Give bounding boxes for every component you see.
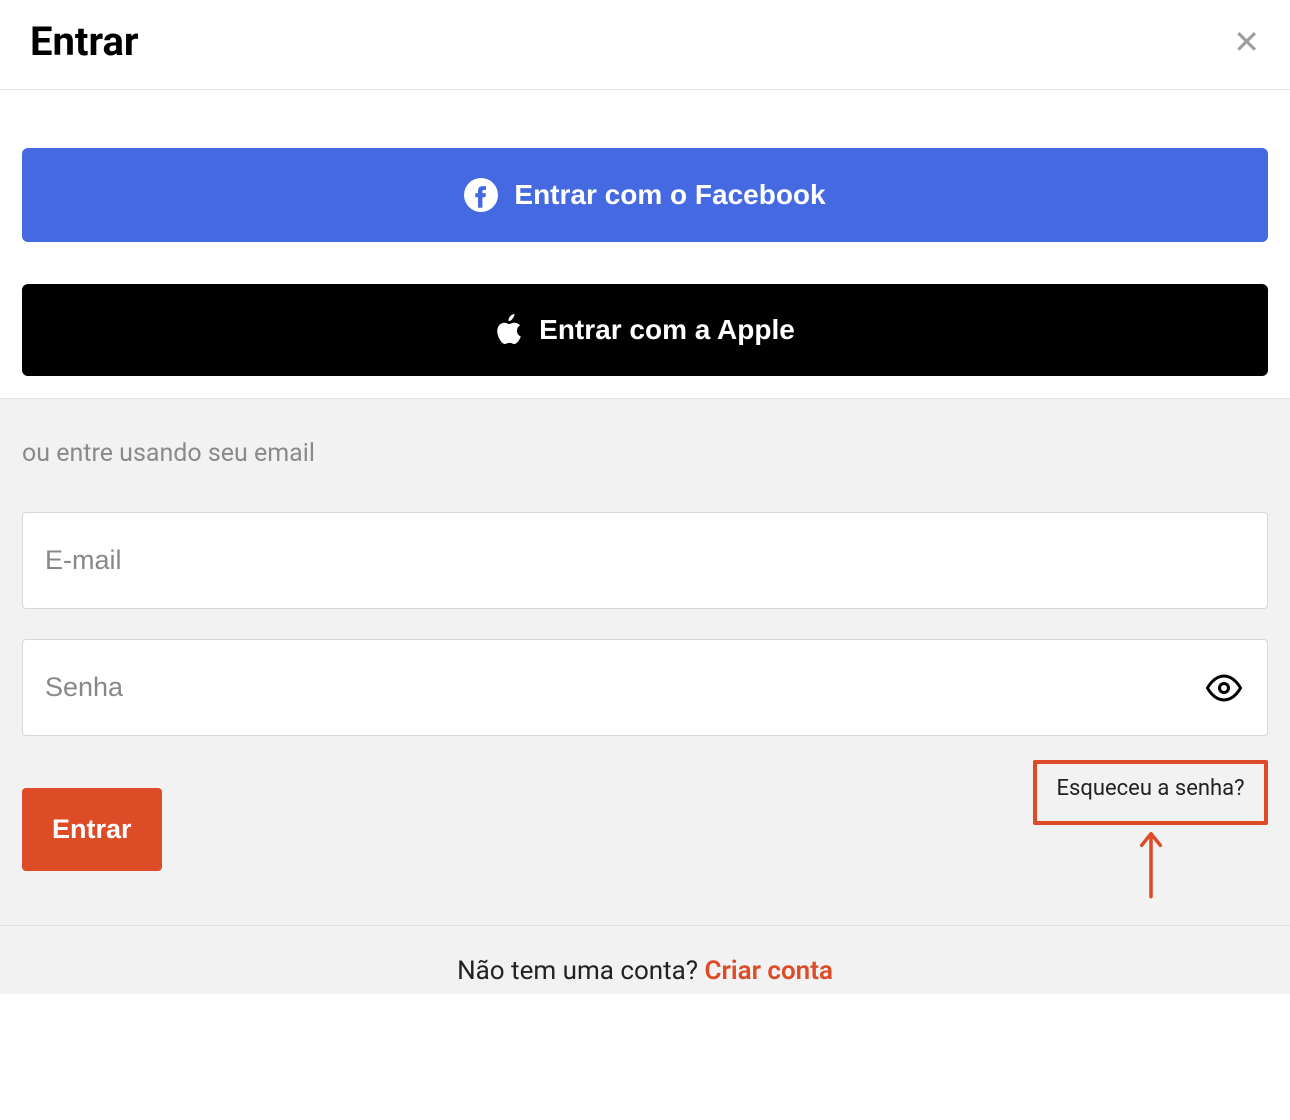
- forgot-password-box: Esqueceu a senha?: [1033, 760, 1268, 825]
- login-header: Entrar ✕: [0, 0, 1290, 90]
- toggle-password-visibility-button[interactable]: [1202, 666, 1246, 710]
- email-login-section: ou entre usando seu email Entrar Esquece…: [0, 398, 1290, 925]
- apple-login-label: Entrar com a Apple: [539, 314, 795, 346]
- facebook-icon: [464, 178, 498, 212]
- page-title: Entrar: [30, 18, 139, 65]
- social-login-section: Entrar com o Facebook Entrar com a Apple: [0, 90, 1290, 398]
- password-input-wrap: [22, 639, 1268, 736]
- submit-login-button[interactable]: Entrar: [22, 788, 162, 871]
- password-field[interactable]: [22, 639, 1268, 736]
- apple-login-button[interactable]: Entrar com a Apple: [22, 284, 1268, 376]
- apple-icon: [495, 314, 523, 346]
- forgot-password-link[interactable]: Esqueceu a senha?: [1057, 776, 1245, 801]
- email-field[interactable]: [22, 512, 1268, 609]
- facebook-login-button[interactable]: Entrar com o Facebook: [22, 148, 1268, 242]
- create-account-link[interactable]: Criar conta: [705, 956, 833, 986]
- facebook-login-label: Entrar com o Facebook: [514, 179, 825, 211]
- arrow-up-icon: [1033, 829, 1268, 903]
- eye-icon: [1206, 694, 1242, 709]
- email-section-intro: ou entre usando seu email: [22, 439, 1268, 468]
- email-input-wrap: [22, 512, 1268, 609]
- forgot-password-highlight: Esqueceu a senha?: [1033, 760, 1268, 903]
- close-icon[interactable]: ✕: [1233, 26, 1260, 58]
- signup-prompt: Não tem uma conta?: [457, 956, 704, 986]
- signup-footer: Não tem uma conta? Criar conta: [0, 925, 1290, 994]
- actions-row: Entrar Esqueceu a senha?: [22, 760, 1268, 903]
